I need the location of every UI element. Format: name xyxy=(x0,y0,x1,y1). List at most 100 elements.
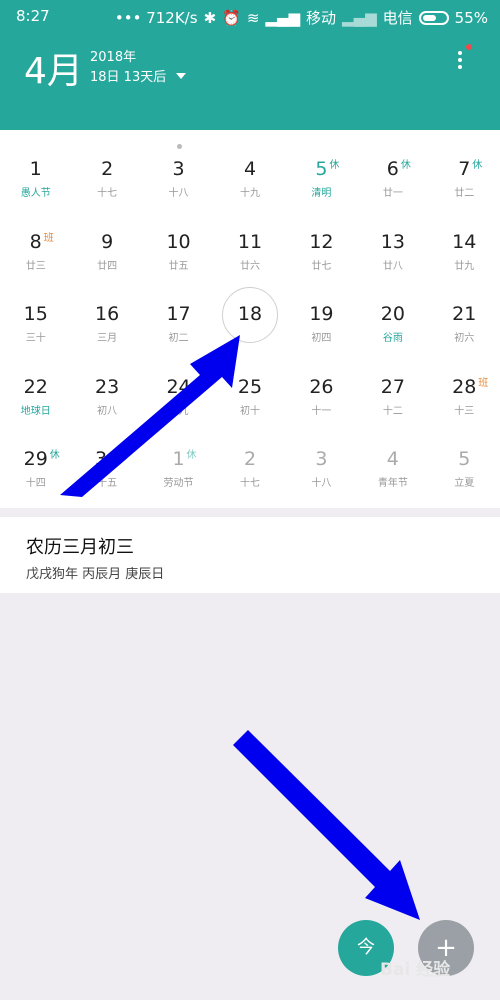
lunar-day-label: 廿四 xyxy=(97,260,118,272)
calendar-day-cell[interactable]: 4 十九 xyxy=(214,134,285,206)
lunar-day-label: 初四 xyxy=(311,333,332,344)
selected-date-label: 18日 13天后 xyxy=(90,70,167,85)
day-number: 12 xyxy=(309,230,334,253)
day-number: 5 xyxy=(315,158,328,180)
calendar-day-cell[interactable]: 5 立夏 xyxy=(429,424,500,496)
workday-badge: 班 xyxy=(43,232,54,244)
lunar-day-label: 廿三 xyxy=(25,260,46,272)
calendar-day-cell[interactable]: 1 劳动节 休 xyxy=(143,424,214,496)
lunar-day-label: 三十 xyxy=(25,333,46,344)
calendar-day-cell[interactable]: 13 廿八 xyxy=(357,207,428,279)
calendar-day-cell[interactable]: 6 廿一 休 xyxy=(357,134,428,206)
day-number: 27 xyxy=(380,375,405,398)
calendar-day-cell[interactable]: 5 清明 休 xyxy=(286,134,357,206)
day-number: 15 xyxy=(23,303,48,325)
signal-icon-1: ▂▄▆ xyxy=(265,8,301,27)
lunar-info-card: 农历三月初三 戊戌狗年 丙辰月 庚辰日 xyxy=(0,517,500,593)
carrier2-label: 电信 xyxy=(382,9,413,27)
holiday-badge: 休 xyxy=(400,160,411,171)
day-number: 11 xyxy=(237,230,263,253)
day-number: 1 xyxy=(29,158,42,180)
calendar-day-cell[interactable]: 11 廿六 xyxy=(214,207,285,279)
calendar-day-cell[interactable]: 15 三十 xyxy=(0,279,71,351)
day-number: 3 xyxy=(315,448,328,470)
signal-icon-2: ▂▄▆ xyxy=(342,8,377,27)
holiday-badge: 休 xyxy=(186,450,197,461)
day-number: 24 xyxy=(166,375,191,398)
calendar-day-cell[interactable]: 8 廿三 班 xyxy=(0,207,71,279)
lunar-day-label: 廿九 xyxy=(454,260,475,272)
calendar-day-cell[interactable]: 18初三 xyxy=(214,279,285,351)
watermark-logo: Bai 经验 xyxy=(380,960,451,980)
battery-percent: 55% xyxy=(454,8,488,27)
calendar-day-cell[interactable]: 10 廿五 xyxy=(143,207,214,279)
calendar-day-cell[interactable]: 23 初八 xyxy=(71,352,142,424)
lunar-day-label: 初二 xyxy=(168,333,189,344)
day-number: 22 xyxy=(23,375,48,398)
more-menu-button[interactable] xyxy=(448,48,472,78)
status-bar: 8:27 ••• 712K/s ✱ ⏰ ≋ ▂▄▆ 移动 ▂▄▆ 电信 55% xyxy=(0,0,500,34)
day-number: 3 xyxy=(172,158,185,180)
calendar-day-cell[interactable]: 4 青年节 xyxy=(357,424,428,496)
lunar-day-label: 劳动节 xyxy=(163,478,194,489)
calendar-day-cell[interactable]: 27 十二 xyxy=(357,352,428,424)
lunar-day-label: 廿八 xyxy=(382,260,403,272)
lunar-day-label: 廿五 xyxy=(168,260,189,272)
calendar-day-cell[interactable]: 12 廿七 xyxy=(286,207,357,279)
month-title[interactable]: 4月 xyxy=(24,42,83,94)
calendar-day-cell[interactable]: 29 十四 休 xyxy=(0,424,71,496)
calendar-day-cell[interactable]: 24 初九 xyxy=(143,352,214,424)
lunar-day-label: 十一 xyxy=(311,405,332,417)
lunar-day-label: 清明 xyxy=(311,188,332,199)
calendar-day-cell[interactable]: 25 初十 xyxy=(214,352,285,424)
calendar-grid: 1 愚人节 2 十七 3 十八 4 十九 5 清明休 6 廿一休 7 廿二休 8 廿三班 9 廿四 10 廿五 11 廿六… xyxy=(0,130,500,508)
wifi-icon: ≋ xyxy=(246,8,260,27)
date-selector[interactable]: 18日 13天后 xyxy=(90,66,187,85)
calendar-day-cell[interactable]: 30 十五 xyxy=(71,424,142,496)
day-number: 20 xyxy=(380,303,405,325)
calendar-day-cell[interactable]: 14 廿九 xyxy=(429,207,500,279)
calendar-day-cell[interactable]: 19 初四 xyxy=(286,279,357,351)
calendar-day-cell[interactable]: 17 初二 xyxy=(143,279,214,351)
calendar-day-cell[interactable]: 28 十三 班 xyxy=(429,352,500,424)
calendar-day-cell[interactable]: 2 十七 xyxy=(214,424,285,496)
calendar-day-cell[interactable]: 21 初六 xyxy=(429,279,500,351)
page-indicator-dot xyxy=(177,144,182,149)
calendar-day-cell[interactable]: 22 地球日 xyxy=(0,352,71,424)
day-number: 10 xyxy=(166,230,191,253)
status-right: ••• 712K/s ✱ ⏰ ≋ ▂▄▆ 移动 ▂▄▆ 电信 55% xyxy=(115,7,488,28)
lunar-day-label: 初六 xyxy=(454,333,475,344)
lunar-day-label: 十七 xyxy=(97,188,118,199)
year-label: 2018年 xyxy=(90,50,137,65)
lunar-day-label: 十八 xyxy=(311,478,332,489)
day-number: 30 xyxy=(95,448,120,470)
lunar-day-label: 十二 xyxy=(382,405,403,417)
arrow-to-add-button xyxy=(233,730,420,920)
calendar-day-cell[interactable]: 9 廿四 xyxy=(71,207,142,279)
day-number: 4 xyxy=(243,158,257,180)
calendar-header: 4月 2018年 18日 13天后 日一二三四五六 xyxy=(0,34,500,145)
calendar-day-cell[interactable]: 2 十七 xyxy=(71,134,142,206)
lunar-day-label: 初九 xyxy=(168,405,189,417)
lunar-day-label: 廿七 xyxy=(311,260,332,272)
day-number: 5 xyxy=(458,448,471,470)
calendar-day-cell[interactable]: 7 廿二 休 xyxy=(429,134,500,206)
battery-icon xyxy=(418,10,449,25)
lunar-day-label: 地球日 xyxy=(20,405,51,417)
lunar-day-label: 十九 xyxy=(239,188,260,199)
day-number: 1 xyxy=(172,448,185,470)
holiday-badge: 休 xyxy=(49,450,60,461)
day-number: 28 xyxy=(452,375,477,398)
lunar-ganzhi: 戊戌狗年 丙辰月 庚辰日 xyxy=(26,567,165,582)
alarm-icon: ⏰ xyxy=(222,8,241,27)
calendar-day-cell[interactable]: 3 十八 xyxy=(286,424,357,496)
calendar-day-cell[interactable]: 26 十一 xyxy=(286,352,357,424)
calendar-day-cell[interactable]: 20 谷雨 xyxy=(357,279,428,351)
lunar-day-label: 十八 xyxy=(168,188,189,199)
holiday-badge: 休 xyxy=(329,160,340,171)
calendar-day-cell[interactable]: 16 三月 xyxy=(71,279,142,351)
day-number: 29 xyxy=(23,448,48,470)
calendar-day-cell[interactable]: 1 愚人节 xyxy=(0,134,71,206)
day-number: 2 xyxy=(243,448,257,470)
lunar-day-label: 廿二 xyxy=(454,188,475,199)
